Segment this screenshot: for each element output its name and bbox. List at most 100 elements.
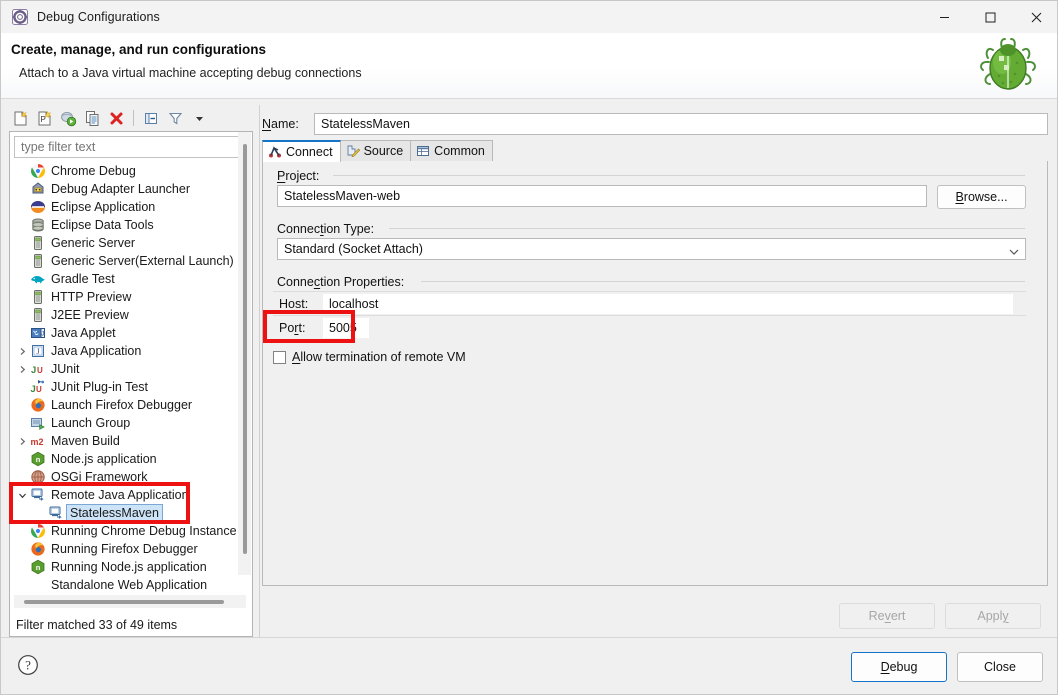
launch-group-icon (30, 415, 46, 431)
tab-connect-label: Connect (286, 145, 333, 159)
tree-twisty-spacer (14, 234, 30, 252)
java-applet-icon: J (30, 325, 46, 341)
nodejs-icon: n (30, 559, 46, 575)
collapse-all-icon[interactable] (140, 107, 162, 129)
tree-item-label: Running Firefox Debugger (51, 542, 198, 556)
tree-item[interactable]: Launch Firefox Debugger (14, 396, 246, 414)
svg-text:J: J (36, 347, 39, 356)
connection-type-group: Connection Type: (277, 220, 380, 238)
tree-item[interactable]: Running Firefox Debugger (14, 540, 246, 558)
tree-item[interactable]: J U JUnit Plug-in Test (14, 378, 246, 396)
tree-twisty-spacer (14, 162, 30, 180)
allow-termination-row[interactable]: Allow termination of remote VM (273, 350, 466, 364)
filter-input[interactable] (14, 136, 246, 158)
svg-text:n: n (36, 455, 41, 464)
tree-item[interactable]: Remote Java Application (14, 486, 246, 504)
tree-item-label: Launch Group (51, 416, 131, 430)
window-title: Debug Configurations (37, 10, 160, 24)
name-row: Name: (262, 113, 1048, 135)
tree-item[interactable]: Debug Adapter Launcher (14, 180, 246, 198)
configuration-tabs: Connect Source Common (262, 140, 1048, 162)
tree-item-label: Java Applet (51, 326, 116, 340)
revert-apply-buttons: Revert Apply (839, 603, 1041, 629)
svg-text:J: J (31, 384, 36, 395)
close-dialog-button[interactable]: Close (957, 652, 1043, 682)
tree-item[interactable]: J Java Application (14, 342, 246, 360)
tab-connect[interactable]: Connect (262, 140, 341, 162)
name-input[interactable] (314, 113, 1048, 135)
connection-type-combo[interactable]: Standard (Socket Attach) (277, 238, 1026, 260)
view-menu-icon[interactable] (188, 107, 210, 129)
tree-twisty-spacer (14, 198, 30, 216)
help-icon[interactable]: ? (17, 654, 39, 676)
tree-item-label: Chrome Debug (51, 164, 136, 178)
tree-item[interactable]: Chrome Debug (14, 162, 246, 180)
tree-item[interactable]: J Java Applet (14, 324, 246, 342)
tree-item[interactable]: Eclipse Application (14, 198, 246, 216)
footer-buttons: Debug Close (851, 652, 1043, 682)
svg-text:U: U (36, 385, 42, 394)
tree-item[interactable]: HTTP Preview (14, 288, 246, 306)
tree-item-label: Java Application (51, 344, 142, 358)
tree-item[interactable]: J U JUnit (14, 360, 246, 378)
tab-source[interactable]: Source (339, 140, 412, 161)
tree-item-label: Node.js application (51, 452, 157, 466)
tree-twisty-spacer (14, 558, 30, 576)
svg-text:P: P (40, 115, 45, 124)
filter-icon[interactable] (164, 107, 186, 129)
chevron-right-icon[interactable] (14, 342, 30, 360)
new-configuration-from-prototype-icon[interactable] (57, 107, 79, 129)
host-property-row[interactable]: Host: localhost (273, 291, 1026, 315)
close-button[interactable] (1013, 1, 1057, 33)
tree-vertical-scrollbar-thumb[interactable] (243, 144, 247, 554)
configurations-tree[interactable]: Chrome Debug Debug Adapter Launcher Eclips… (14, 162, 246, 605)
maximize-button[interactable] (967, 1, 1013, 33)
chrome-icon (30, 163, 46, 179)
host-value[interactable]: localhost (323, 293, 1013, 314)
tree-item-label: Launch Firefox Debugger (51, 398, 193, 412)
tree-item[interactable]: J2EE Preview (14, 306, 246, 324)
maven-icon: m2 (30, 433, 46, 449)
chevron-right-icon[interactable] (14, 360, 30, 378)
delete-icon[interactable] (105, 107, 127, 129)
browse-button[interactable]: Browse... (937, 185, 1026, 209)
tree-item[interactable]: Generic Server(External Launch) (14, 252, 246, 270)
tree-item[interactable]: StatelessMaven (14, 504, 246, 522)
minimize-button[interactable] (921, 1, 967, 33)
tree-horizontal-scrollbar-thumb[interactable] (24, 600, 224, 604)
server-icon (30, 235, 46, 251)
chevron-down-icon[interactable] (14, 486, 30, 504)
revert-button[interactable]: Revert (839, 603, 935, 629)
tree-item[interactable]: n Running Node.js application (14, 558, 246, 576)
project-group-label: Project: (277, 169, 325, 183)
remote-java-icon (48, 505, 64, 521)
tree-item[interactable]: Running Chrome Debug Instance (14, 522, 246, 540)
svg-text:U: U (37, 366, 43, 375)
remote-java-icon (30, 487, 46, 503)
tab-common[interactable]: Common (410, 140, 493, 161)
port-value[interactable]: 5005 (323, 317, 369, 338)
port-property-row[interactable]: Port: 5005 (273, 315, 1026, 339)
project-field[interactable]: StatelessMaven-web (277, 185, 927, 207)
tree-item[interactable]: Gradle Test (14, 270, 246, 288)
configurations-tree-box: Chrome Debug Debug Adapter Launcher Eclips… (9, 131, 253, 637)
tree-item[interactable]: Standalone Web Application (14, 576, 246, 594)
new-prototype-icon[interactable]: P (33, 107, 55, 129)
tree-item[interactable]: m2 Maven Build (14, 432, 246, 450)
debug-button[interactable]: Debug (851, 652, 947, 682)
duplicate-icon[interactable] (81, 107, 103, 129)
new-launch-configuration-icon[interactable] (9, 107, 31, 129)
tree-item[interactable]: Launch Group (14, 414, 246, 432)
chevron-right-icon[interactable] (14, 432, 30, 450)
allow-termination-checkbox[interactable] (273, 350, 286, 364)
tree-twisty-spacer (14, 270, 30, 288)
apply-button[interactable]: Apply (945, 603, 1041, 629)
none (30, 577, 46, 593)
toolbar-separator (133, 110, 134, 126)
tree-twisty-spacer (14, 288, 30, 306)
tree-item[interactable]: n Node.js application (14, 450, 246, 468)
tree-item[interactable]: OSGi Framework (14, 468, 246, 486)
debug-configurations-icon (12, 9, 28, 25)
tree-item[interactable]: Eclipse Data Tools (14, 216, 246, 234)
tree-item[interactable]: Generic Server (14, 234, 246, 252)
